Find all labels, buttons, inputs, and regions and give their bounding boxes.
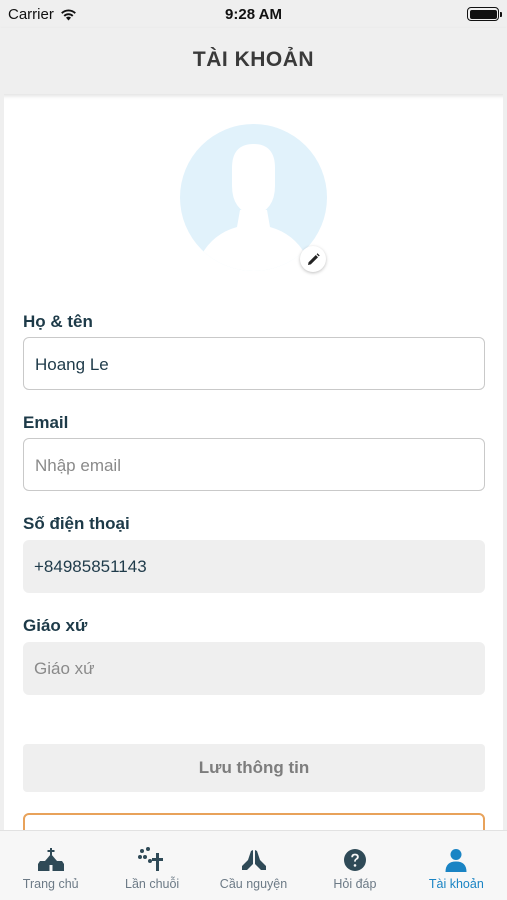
- navigation-header: TÀI KHOẢN: [0, 28, 507, 94]
- email-label: Email: [23, 413, 69, 432]
- name-field[interactable]: Hoang Le: [23, 337, 485, 390]
- save-info-button[interactable]: Lưu thông tin: [23, 744, 485, 792]
- tab-rosary-label: Lần chuỗi: [125, 877, 180, 891]
- pencil-icon: [307, 252, 320, 265]
- name-label: Họ & tên: [23, 312, 93, 331]
- page-title: TÀI KHOẢN: [192, 48, 315, 71]
- tab-faq[interactable]: Hỏi đáp: [304, 831, 405, 900]
- tab-prayer-label: Cầu nguyện: [219, 877, 288, 891]
- phone-value: +84985851143: [34, 557, 147, 576]
- name-value: Hoang Le: [35, 355, 109, 374]
- tab-home-label: Trang chủ: [22, 877, 79, 891]
- tab-prayer[interactable]: Cầu nguyện: [203, 831, 304, 900]
- battery-icon: [467, 7, 502, 21]
- user-icon: [445, 849, 467, 872]
- tab-rosary[interactable]: Lần chuỗi: [101, 831, 202, 900]
- question-circle-icon: [343, 849, 366, 871]
- tab-faq-label: Hỏi đáp: [333, 877, 377, 891]
- praying-hands-icon: [241, 850, 266, 870]
- tab-account[interactable]: Tài khoản: [406, 831, 507, 900]
- status-bar: Carrier 9:28 AM: [0, 0, 507, 28]
- bottom-tab-bar: Trang chủ Lần chuỗi Cầu nguyện Hỏi đáp T…: [0, 830, 507, 900]
- phone-field[interactable]: +84985851143: [23, 540, 485, 593]
- tab-account-label: Tài khoản: [428, 877, 484, 891]
- page-gutter-right: [503, 94, 507, 830]
- account-form-card: Họ & tên Hoang Le Email Nhập email Số đi…: [4, 104, 503, 830]
- church-icon: [37, 848, 64, 871]
- rosary-icon: [138, 847, 164, 871]
- email-placeholder: Nhập email: [35, 456, 121, 475]
- secondary-action-button[interactable]: [23, 813, 485, 830]
- phone-label: Số điện thoại: [23, 514, 130, 533]
- parish-field[interactable]: Giáo xứ: [23, 642, 485, 695]
- status-time: 9:28 AM: [225, 6, 282, 23]
- parish-placeholder: Giáo xứ: [34, 659, 95, 678]
- edit-avatar-button[interactable]: [300, 246, 326, 272]
- email-field[interactable]: Nhập email: [23, 438, 485, 491]
- parish-label: Giáo xứ: [23, 616, 88, 635]
- tab-home[interactable]: Trang chủ: [0, 831, 101, 900]
